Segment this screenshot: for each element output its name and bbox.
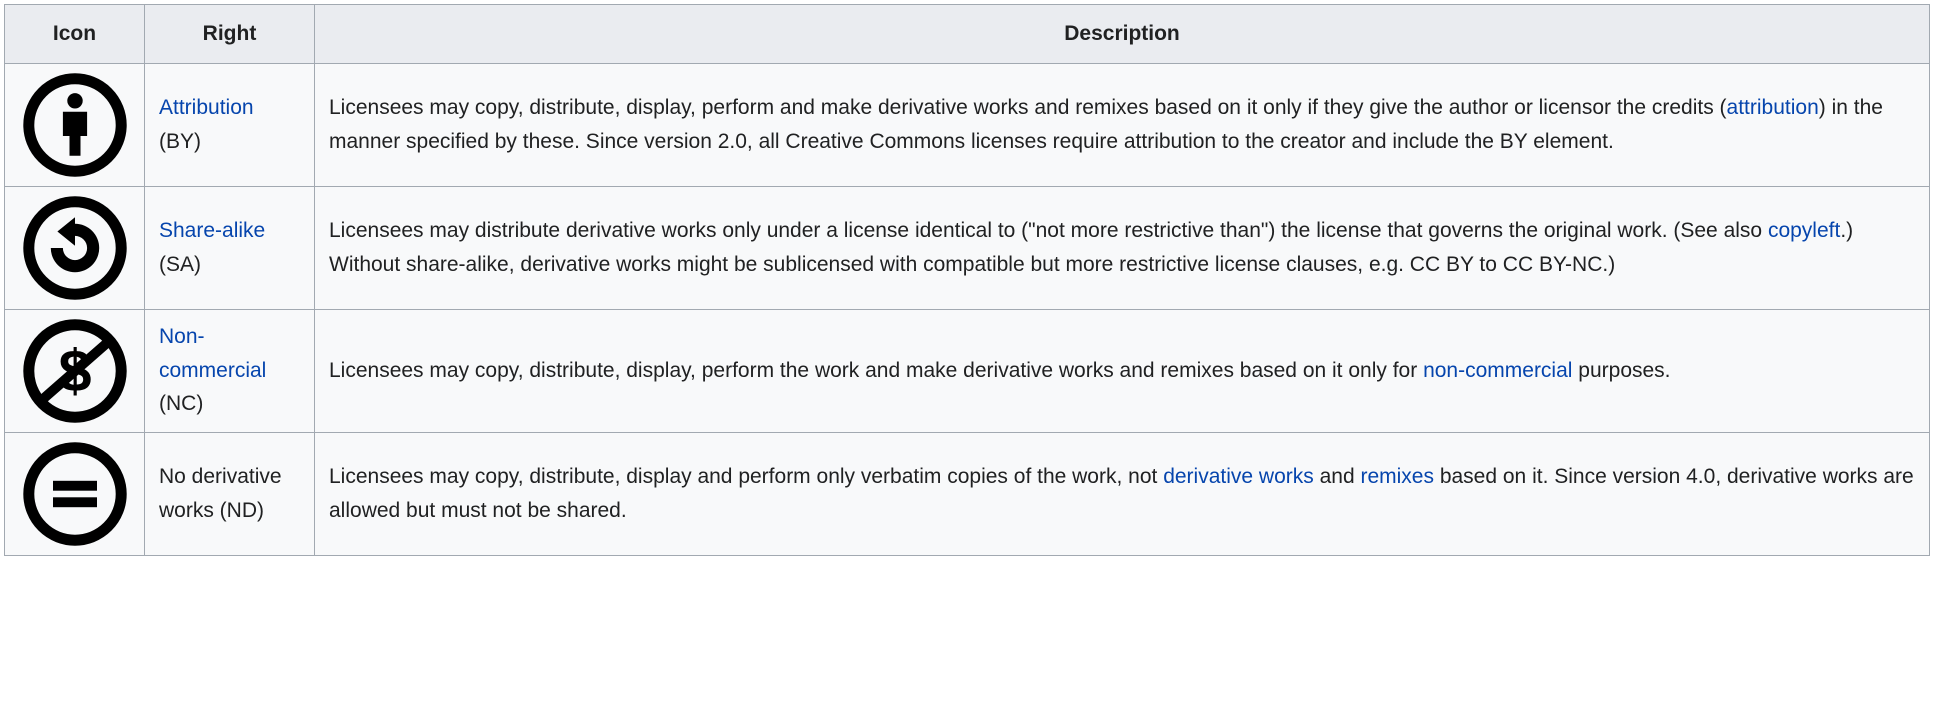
right-suffix: (NC) [159,392,203,415]
description-text: purposes. [1572,359,1670,382]
icon-cell: $ [5,309,145,432]
description-text: Licensees may copy, distribute, display … [329,465,1163,488]
description-text: and [1314,465,1361,488]
description-link[interactable]: derivative works [1163,465,1314,488]
right-suffix: (BY) [159,130,201,153]
table-row: Share-alike (SA) Licensees may distribute… [5,186,1930,309]
icon-cell [5,63,145,186]
no-derivatives-icon [20,439,130,549]
description-cell: Licensees may copy, distribute, display,… [315,309,1930,432]
right-cell: Attribution (BY) [145,63,315,186]
right-cell: Non-commercial (NC) [145,309,315,432]
table-body: Attribution (BY) Licensees may copy, dist… [5,63,1930,555]
right-link[interactable]: Non-commercial [159,325,266,382]
right-suffix: (SA) [159,253,201,276]
description-text: Licensees may copy, distribute, display,… [329,359,1423,382]
description-link[interactable]: attribution [1727,96,1819,119]
description-link[interactable]: copyleft [1768,219,1840,242]
right-cell: Share-alike (SA) [145,186,315,309]
description-cell: Licensees may copy, distribute, display … [315,432,1930,555]
table-row: $Non-commercial (NC)Licensees may copy, … [5,309,1930,432]
right-cell: No derivative works (ND) [145,432,315,555]
attribution-icon [20,70,130,180]
table-row: Attribution (BY) Licensees may copy, dist… [5,63,1930,186]
license-rights-table: Icon Right Description Attribution (BY) L… [4,4,1930,556]
description-cell: Licensees may copy, distribute, display,… [315,63,1930,186]
description-text: Licensees may distribute derivative work… [329,219,1768,242]
description-cell: Licensees may distribute derivative work… [315,186,1930,309]
description-text: Licensees may copy, distribute, display,… [329,96,1727,119]
right-suffix: (ND) [214,499,264,522]
header-description: Description [315,5,1930,64]
description-link[interactable]: non-commercial [1423,359,1572,382]
header-right: Right [145,5,315,64]
icon-cell [5,186,145,309]
header-icon: Icon [5,5,145,64]
share-alike-icon [20,193,130,303]
icon-cell [5,432,145,555]
right-link[interactable]: Share-alike [159,219,265,242]
non-commercial-icon: $ [20,316,130,426]
right-link[interactable]: Attribution [159,96,254,119]
description-link[interactable]: remixes [1360,465,1434,488]
table-row: No derivative works (ND) Licensees may co… [5,432,1930,555]
